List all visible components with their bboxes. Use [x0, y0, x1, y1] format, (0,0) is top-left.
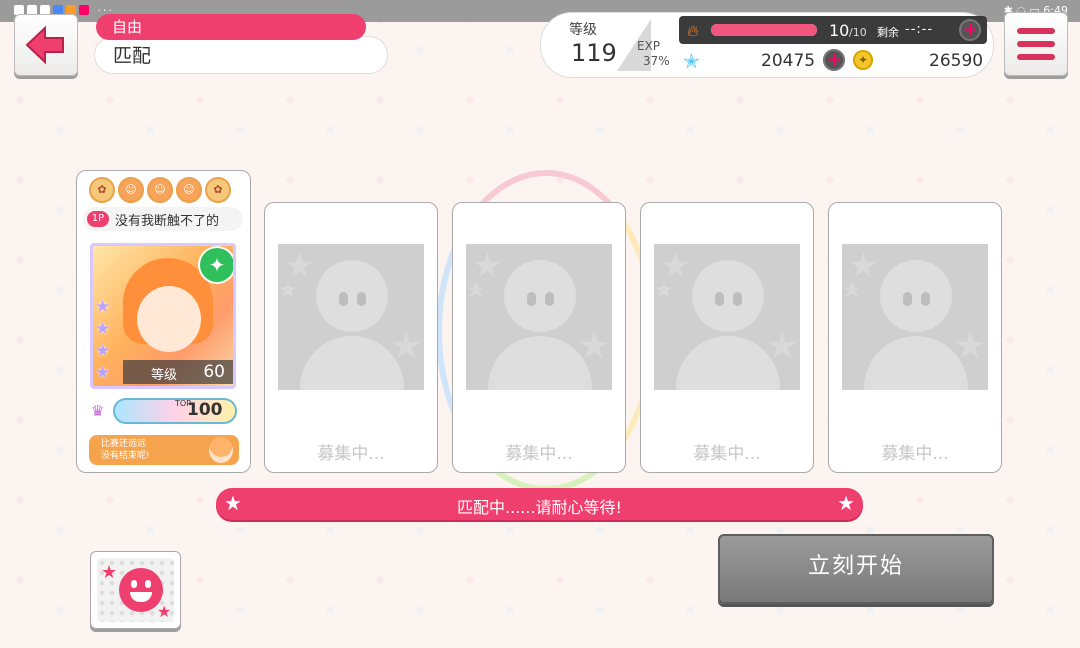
placeholder-avatar-icon: ★ ★ ★ [654, 244, 800, 390]
stamina-bar: 🔥︎ 10 /10 剩余 --:-- + [679, 16, 987, 44]
player-comment: 比赛还远远 没有结束呢! [89, 435, 239, 465]
stamina-fill [711, 24, 817, 36]
add-stars-button[interactable]: + [823, 49, 845, 71]
star-icon: ★ [101, 562, 118, 583]
rank-row: ♛ TOP 100 [91, 397, 237, 425]
character-face [137, 286, 201, 352]
rarity-star-icon: ★ [95, 363, 111, 383]
coin-icon: ✦ [853, 50, 873, 70]
comment-text: 比赛还远远 没有结束呢! [101, 438, 150, 462]
badge-icon: ✿ [89, 177, 115, 203]
flame-icon: 🔥︎ [687, 21, 699, 40]
title-plate: TOP 100 [113, 398, 237, 424]
mini-character-icon [209, 437, 233, 463]
rarity-star-icon: ★ [95, 319, 111, 339]
placeholder-avatar-icon: ★ ★ ★ [842, 244, 988, 390]
mode-indicator: 匹配 自由 [94, 12, 388, 74]
rarity-star-icon: ★ [95, 341, 111, 361]
emote-button[interactable]: ★ ★ [90, 551, 181, 629]
comment-line: 比赛还远远 [101, 439, 147, 449]
player-name-row: 1P 没有我断触不了的 [83, 207, 243, 231]
menu-button[interactable] [1004, 12, 1068, 76]
remaining-label: 剩余 [877, 26, 899, 39]
recruiting-label: 募集中... [505, 444, 573, 464]
mode-category: 自由 [96, 14, 366, 40]
recruiting-label: 募集中... [693, 444, 761, 464]
crown-icon: ♛ [91, 402, 105, 420]
star-icon: ★ [157, 602, 172, 621]
stamina-track [711, 24, 817, 36]
badge-icon: ✿ [205, 177, 231, 203]
back-button[interactable] [14, 14, 78, 76]
attribute-icon: ✦ [200, 248, 233, 282]
star-gem-icon: ✭ [683, 49, 700, 73]
badge-icon: ☺ [118, 177, 144, 203]
character-card-image: ★ ★ ★ ★ ✦ 等级 60 [90, 243, 236, 389]
stamina-max: /10 [849, 26, 867, 39]
matching-status-banner: ★ 匹配中......请耐心等待! ★ [216, 488, 863, 520]
stars-count: 20475 [761, 51, 816, 71]
back-arrow-icon [25, 25, 64, 65]
card-level-strip: 等级 60 [123, 360, 233, 384]
emote-panel: ★ ★ [97, 558, 174, 622]
rarity-stars: ★ ★ ★ ★ [95, 296, 110, 384]
stamina-current: 10 [829, 21, 850, 40]
start-now-button[interactable]: 立刻开始 [718, 534, 994, 604]
badge-icon: ☺ [147, 177, 173, 203]
player-card[interactable]: ✿ ☺ ☺ ☺ ✿ 1P 没有我断触不了的 ★ ★ ★ ★ ✦ 等级 60 ♛ TOP … [76, 170, 251, 473]
coins-count: 26590 [929, 51, 984, 71]
level-label: 等级 [569, 22, 597, 38]
exp-percent: 37% [643, 54, 670, 68]
card-level: 60 [203, 362, 225, 382]
player-level: 119 [571, 39, 617, 67]
badge-icon: ☺ [176, 177, 202, 203]
matching-status-text: 匹配中......请耐心等待! [457, 498, 622, 517]
comment-line: 没有结束呢! [101, 451, 150, 461]
player-status-panel: 等级 119 EXP 37% 🔥︎ 10 /10 剩余 --:-- + ✭ 20… [540, 12, 994, 78]
empty-slot: ★ ★ ★ 募集中... [264, 202, 438, 473]
card-level-label: 等级 [151, 368, 178, 383]
add-stamina-button[interactable]: + [959, 19, 981, 41]
placeholder-avatar-icon: ★ ★ ★ [466, 244, 612, 390]
remaining-time: --:-- [905, 22, 934, 37]
empty-slot: ★ ★ ★ 募集中... [828, 202, 1002, 473]
mode-name: 匹配 [94, 36, 388, 74]
empty-slot: ★ ★ ★ 募集中... [640, 202, 814, 473]
star-icon: ★ [837, 491, 855, 515]
empty-slot: ★ ★ ★ 募集中... [452, 202, 626, 473]
recruiting-label: 募集中... [317, 444, 385, 464]
player-name: 没有我断触不了的 [115, 214, 220, 229]
badge-row: ✿ ☺ ☺ ☺ ✿ [89, 177, 234, 203]
recruiting-label: 募集中... [881, 444, 949, 464]
exp-label: EXP [637, 39, 661, 53]
rank-value: 100 [187, 400, 223, 420]
rarity-star-icon: ★ [95, 297, 111, 317]
player-tag: 1P [87, 211, 109, 227]
placeholder-avatar-icon: ★ ★ ★ [278, 244, 424, 390]
